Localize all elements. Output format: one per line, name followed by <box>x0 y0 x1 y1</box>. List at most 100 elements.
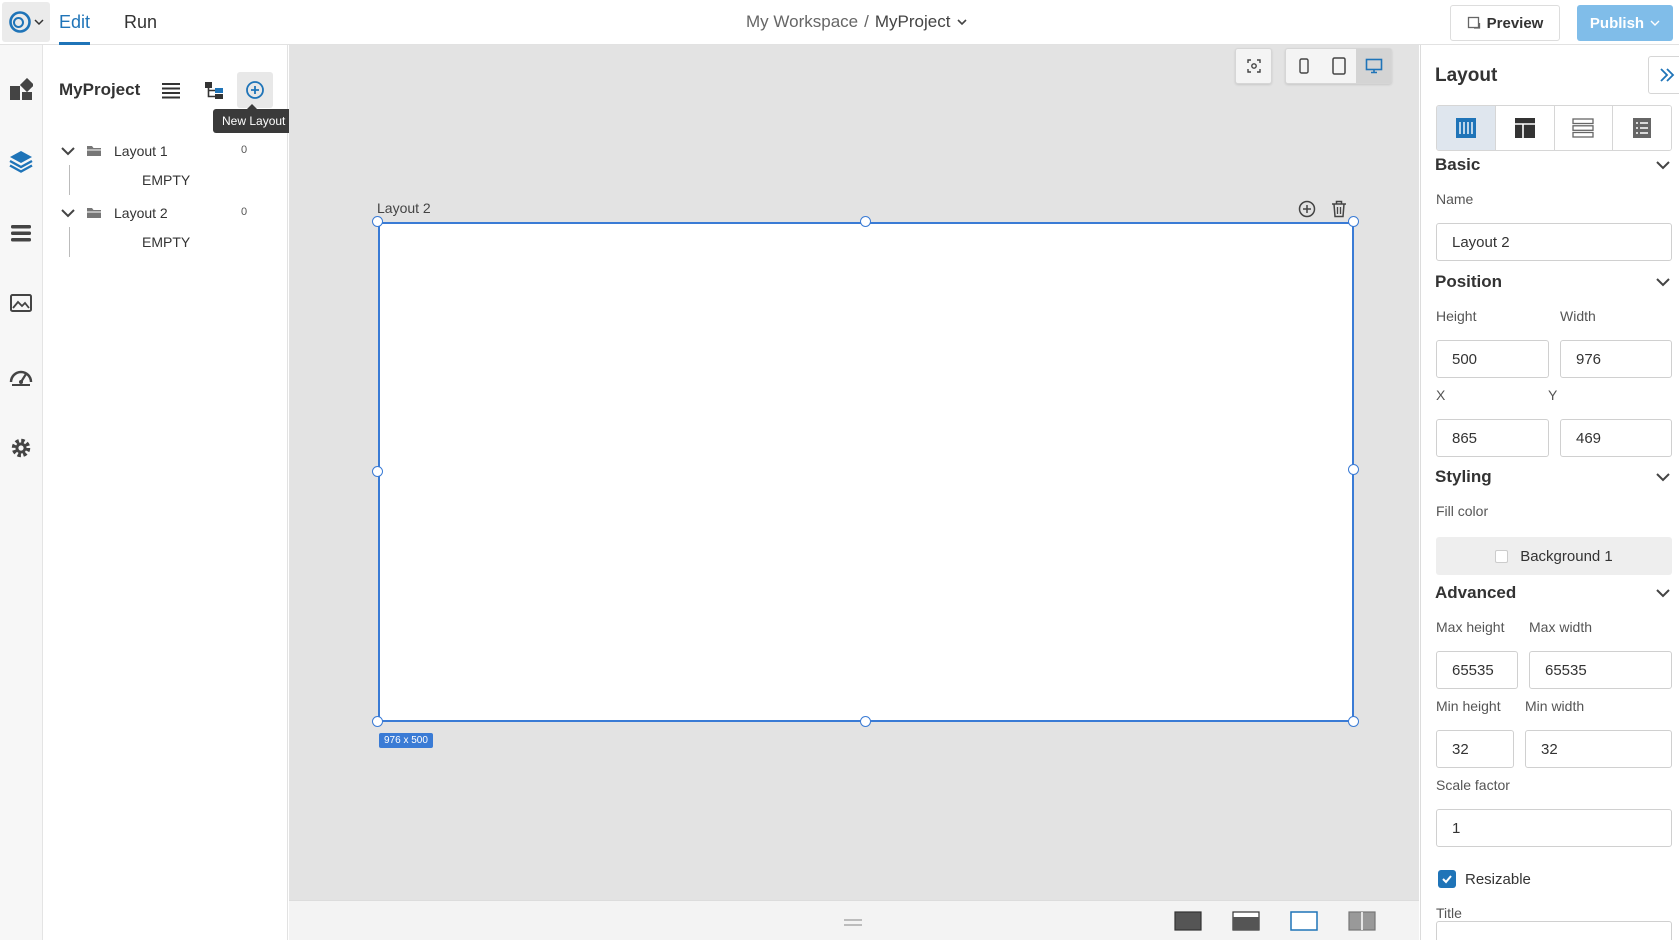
design-canvas[interactable]: Layout 2 976 x 500 <box>289 45 1419 900</box>
resize-handle-top-right[interactable] <box>1348 216 1359 227</box>
trash-icon <box>1332 200 1346 218</box>
gear-icon[interactable] <box>8 435 34 461</box>
mobile-view-button[interactable] <box>1286 49 1321 83</box>
app-menu-button[interactable] <box>2 2 50 42</box>
properties-title: Layout <box>1435 65 1498 86</box>
app-logo-icon <box>9 11 31 33</box>
tree-item-count: 0 <box>241 144 248 156</box>
icon-rail <box>0 45 43 940</box>
panel-layout-bottom-icon[interactable] <box>1232 911 1260 934</box>
dashboard-gauge-icon[interactable] <box>8 363 34 389</box>
project-title: MyProject <box>59 80 141 99</box>
max-height-label: Max height <box>1436 619 1505 635</box>
fill-color-picker[interactable]: Background 1 <box>1436 537 1672 575</box>
tab-edit[interactable]: Edit <box>59 12 91 45</box>
panel-layout-split-icon[interactable] <box>1348 911 1376 934</box>
panel-layout-full-icon[interactable] <box>1174 911 1202 934</box>
plus-circle-icon <box>1298 200 1316 218</box>
mobile-icon <box>1298 58 1309 74</box>
new-layout-button[interactable] <box>237 72 273 108</box>
tree-item-layout-2[interactable]: Layout 2 <box>60 202 168 224</box>
project-panel: MyProject New Layout Layout 1 0 EMPTY La… <box>44 45 295 940</box>
preview-button[interactable]: Preview <box>1450 5 1560 41</box>
list-icon[interactable] <box>8 220 34 246</box>
section-styling-heading[interactable]: Styling <box>1435 467 1492 487</box>
collapse-panel-button[interactable] <box>1648 56 1679 94</box>
max-height-field[interactable]: 65535 <box>1436 651 1518 689</box>
publish-label: Publish <box>1589 14 1645 32</box>
height-label: Height <box>1436 308 1477 324</box>
tree-item-layout-1[interactable]: Layout 1 <box>60 140 168 162</box>
desktop-icon <box>1365 58 1382 74</box>
resize-handle-bottom-right[interactable] <box>1348 716 1359 727</box>
fit-view-group <box>1235 48 1272 84</box>
drag-handle-icon[interactable] <box>843 915 863 931</box>
layout-type-grid[interactable] <box>1495 106 1555 150</box>
bottom-bar <box>289 900 1419 940</box>
tree-item-count: 0 <box>241 206 248 218</box>
layout-type-columns[interactable] <box>1437 106 1496 150</box>
min-width-field[interactable]: 32 <box>1525 730 1672 768</box>
desktop-view-button[interactable] <box>1356 49 1391 83</box>
resize-handle-top[interactable] <box>860 216 871 227</box>
section-advanced-heading[interactable]: Advanced <box>1435 583 1516 603</box>
name-field[interactable]: Layout 2 <box>1436 223 1672 261</box>
tree-view-button[interactable] <box>196 72 232 108</box>
tree-guide-line <box>69 165 70 195</box>
min-height-field[interactable]: 32 <box>1436 730 1514 768</box>
chevron-down-icon[interactable] <box>1655 469 1671 485</box>
new-layout-tooltip: New Layout <box>213 104 295 133</box>
min-width-label: Min width <box>1525 698 1585 714</box>
chevron-down-icon[interactable] <box>1655 157 1671 173</box>
panel-layout-empty-icon[interactable] <box>1290 911 1318 934</box>
resize-handle-top-left[interactable] <box>372 216 383 227</box>
resize-handle-right[interactable] <box>1348 464 1359 475</box>
image-icon[interactable] <box>8 290 34 316</box>
width-field[interactable]: 976 <box>1560 340 1672 378</box>
title-field[interactable] <box>1436 921 1672 940</box>
name-label: Name <box>1436 191 1474 207</box>
size-badge: 976 x 500 <box>379 733 433 748</box>
chevron-down-icon <box>34 19 44 26</box>
x-field[interactable]: 865 <box>1436 419 1549 457</box>
delete-layout-button[interactable] <box>1328 198 1350 220</box>
layout-frame[interactable] <box>378 222 1354 722</box>
resize-handle-bottom-left[interactable] <box>372 716 383 727</box>
breadcrumb-workspace[interactable]: My Workspace <box>746 12 858 32</box>
layout-name-label: Layout 2 <box>377 200 431 216</box>
breadcrumb-project[interactable]: MyProject <box>875 12 951 32</box>
layers-icon[interactable] <box>8 148 34 174</box>
section-basic-heading[interactable]: Basic <box>1435 155 1480 175</box>
min-height-label: Min height <box>1436 698 1501 714</box>
plus-circle-icon <box>246 81 264 99</box>
resizable-toggle[interactable]: Resizable <box>1438 870 1531 888</box>
max-width-field[interactable]: 65535 <box>1529 651 1672 689</box>
section-position-heading[interactable]: Position <box>1435 272 1502 292</box>
layout-type-rows[interactable] <box>1554 106 1614 150</box>
tablet-view-button[interactable] <box>1321 49 1356 83</box>
resize-handle-left[interactable] <box>372 466 383 477</box>
publish-button[interactable]: Publish <box>1577 5 1673 41</box>
y-field[interactable]: 469 <box>1560 419 1672 457</box>
layout-type-list[interactable] <box>1613 106 1671 150</box>
chevron-down-icon[interactable] <box>1655 274 1671 290</box>
x-label: X <box>1436 387 1446 403</box>
checkbox-checked-icon[interactable] <box>1438 870 1456 888</box>
add-component-button[interactable] <box>1296 198 1318 220</box>
width-label: Width <box>1560 308 1596 324</box>
list-view-button[interactable] <box>153 72 189 108</box>
columns-icon <box>1455 118 1476 138</box>
height-field[interactable]: 500 <box>1436 340 1549 378</box>
tab-run[interactable]: Run <box>124 12 157 42</box>
focus-icon <box>1246 59 1261 73</box>
chevron-down-icon[interactable] <box>60 143 78 159</box>
resize-handle-bottom[interactable] <box>860 716 871 727</box>
chevron-down-icon[interactable] <box>956 16 968 28</box>
tree-item-label: Layout 2 <box>114 205 168 221</box>
dashboard-icon[interactable] <box>8 77 34 103</box>
chevron-down-icon[interactable] <box>1655 585 1671 601</box>
scale-factor-field[interactable]: 1 <box>1436 809 1672 847</box>
chevron-down-icon[interactable] <box>60 205 78 221</box>
fit-to-screen-button[interactable] <box>1236 49 1271 83</box>
layout-type-selector <box>1436 105 1672 151</box>
